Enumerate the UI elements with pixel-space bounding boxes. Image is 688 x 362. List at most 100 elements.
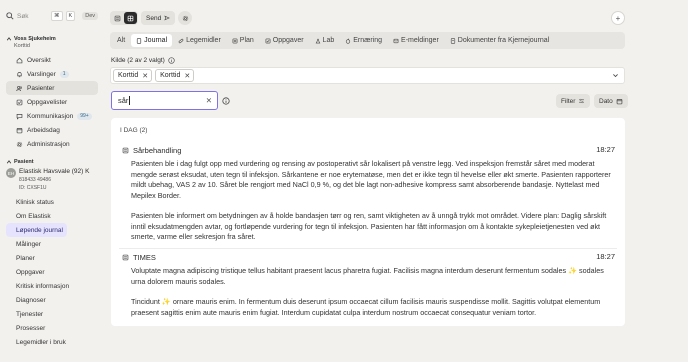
patient-section-title: Pasient <box>14 159 34 165</box>
patient-nav-klinisk-status[interactable]: Klinisk status <box>6 195 98 209</box>
sidebar-item-label: Oversikt <box>27 56 51 64</box>
send-icon <box>164 15 171 21</box>
patient-header[interactable]: Pasient <box>6 159 98 165</box>
tab-label: Oppgaver <box>272 37 304 44</box>
chevron-down-icon[interactable] <box>612 72 619 79</box>
patient-nav-prosesser[interactable]: Prosesser <box>6 321 98 335</box>
search-icon <box>6 12 14 20</box>
view-toggle[interactable] <box>110 11 138 25</box>
patient-nav-planer[interactable]: Planer <box>6 251 98 265</box>
patient-nav-malinger[interactable]: Målinger <box>6 237 98 251</box>
sidebar-item-administrasjon[interactable]: Administrasjon <box>6 137 98 151</box>
settings-button[interactable] <box>178 11 193 25</box>
sidebar-item-pasienter[interactable]: Pasienter <box>6 81 98 95</box>
send-label: Send <box>146 14 162 22</box>
tab-alt[interactable]: Alt <box>112 34 130 47</box>
add-button[interactable]: + <box>611 11 625 25</box>
entry-title: Sårbehandling <box>133 145 182 155</box>
calendar-icon <box>616 98 623 104</box>
entry-time: 18:27 <box>596 252 615 261</box>
grid-view-button[interactable] <box>124 12 137 24</box>
patient-nav-lopende-journal[interactable]: Løpende journal <box>6 223 67 237</box>
document-icon <box>122 147 129 153</box>
entry-time: 18:27 <box>596 145 615 154</box>
journal-entry[interactable]: TIMES 18:27 Voluptate magna adipiscing t… <box>111 252 625 328</box>
avatar: EH <box>6 168 16 178</box>
patient-nav-diagnoser[interactable]: Diagnoser <box>6 293 98 307</box>
tab-lab[interactable]: Lab <box>310 34 340 47</box>
message-count-badge: 99+ <box>77 112 92 120</box>
patient-name: Elastisk Havsvale (92) K <box>19 168 90 175</box>
search-value: sår <box>118 96 129 105</box>
sidebar-item-label: Arbeidsdag <box>27 126 60 134</box>
date-button[interactable]: Dato <box>594 94 628 108</box>
info-icon[interactable] <box>168 57 175 64</box>
entry-paragraph: Voluptate magna adipiscing tristique tel… <box>131 266 604 286</box>
close-icon[interactable]: ✕ <box>184 72 190 80</box>
tab-plan[interactable]: Plan <box>227 34 259 47</box>
patient-nav-tjenester[interactable]: Tjenester <box>6 307 98 321</box>
sidebar-item-arbeidsdag[interactable]: Arbeidsdag <box>6 123 98 137</box>
filter-label: Filter <box>561 97 576 105</box>
tab-e-meldinger[interactable]: E-meldinger <box>388 34 444 47</box>
patient-nav-legemidler[interactable]: Legemidler i bruk <box>6 335 98 349</box>
entry-paragraph: Pasienten ble i dag fulgt opp med vurder… <box>131 159 611 200</box>
entry-title: TIMES <box>133 252 156 262</box>
patient-nav-oppgaver[interactable]: Oppgaver <box>6 265 98 279</box>
sidebar-item-label: Administrasjon <box>27 140 70 148</box>
sidebar-item-label: Pasienter <box>27 84 55 92</box>
global-search[interactable]: Søk ⌘ K Dev <box>6 8 98 24</box>
patient-national-id: 818433 49486 <box>19 177 51 183</box>
sliders-icon <box>579 98 585 104</box>
entry-divider <box>119 248 617 249</box>
sidebar-item-kommunikasjon[interactable]: Kommunikasjon 99+ <box>6 109 98 123</box>
clear-search-icon[interactable]: ✕ <box>206 96 212 105</box>
entry-header: TIMES <box>111 252 625 262</box>
journal-entry[interactable]: Sårbehandling 18:27 Pasienten ble i dag … <box>111 145 625 253</box>
source-chip[interactable]: Korttid ✕ <box>113 69 153 82</box>
info-icon[interactable] <box>222 97 230 105</box>
gear-icon <box>16 141 23 147</box>
home-icon <box>16 57 23 63</box>
journal-search-input[interactable]: sår ✕ <box>111 91 218 110</box>
unit-header[interactable]: Voss Sjukeheim <box>6 36 98 42</box>
unit-nav: Oversikt Varslinger 1 Pasienter Oppgavel… <box>6 53 98 151</box>
tab-legemidler[interactable]: Legemidler <box>173 34 226 47</box>
close-icon[interactable]: ✕ <box>142 72 148 80</box>
patient-id: ID: CXSF1U <box>19 185 47 191</box>
patient-nav-om-elastisk[interactable]: Om Elastisk <box>6 209 98 223</box>
source-select[interactable]: Korttid ✕ Korttid ✕ <box>110 67 625 84</box>
dev-button[interactable]: Dev <box>82 12 98 20</box>
tab-oppgaver[interactable]: Oppgaver <box>260 34 309 47</box>
plus-icon: + <box>615 13 621 23</box>
tab-ernaering[interactable]: Ernæring <box>340 34 387 47</box>
chip-label: Korttid <box>118 72 139 79</box>
entry-paragraph: Tincidunt ✨ ornare mauris enim. In ferme… <box>131 297 601 317</box>
document-icon <box>137 37 142 44</box>
list-view-button[interactable] <box>111 12 124 24</box>
pill-icon <box>178 38 184 43</box>
document-icon <box>122 254 129 260</box>
filter-button[interactable]: Filter <box>556 94 591 108</box>
day-group-label: I DAG (2) <box>120 127 148 134</box>
main-content: Send + Alt Journal Legemidler Plan Oppga… <box>110 0 688 362</box>
notification-count-badge: 1 <box>59 70 69 78</box>
list-icon <box>114 15 121 21</box>
tab-kjernejournal[interactable]: Dokumenter fra Kjernejournal <box>445 34 554 47</box>
sidebar: Søk ⌘ K Dev Voss Sjukeheim Korttid Overs… <box>0 0 103 362</box>
patient-card[interactable]: EH Elastisk Havsvale (92) K 818433 49486… <box>6 168 98 191</box>
unit-subtitle: Korttid <box>14 43 30 49</box>
chat-icon <box>16 113 23 120</box>
patient-nav-kritisk-informasjon[interactable]: Kritisk informasjon <box>6 279 98 293</box>
tab-label: Alt <box>117 37 126 44</box>
tab-label: Legemidler <box>186 37 221 44</box>
tab-label: Lab <box>322 37 335 44</box>
sidebar-item-varslinger[interactable]: Varslinger 1 <box>6 67 98 81</box>
shortcut-k-key: K <box>65 11 76 21</box>
source-chip[interactable]: Korttid ✕ <box>155 69 195 82</box>
sidebar-item-label: Oppgavelister <box>27 98 68 106</box>
tab-journal[interactable]: Journal <box>131 34 173 47</box>
sidebar-item-oversikt[interactable]: Oversikt <box>6 53 98 67</box>
sidebar-item-oppgavelister[interactable]: Oppgavelister <box>6 95 98 109</box>
send-button[interactable]: Send <box>141 11 176 25</box>
